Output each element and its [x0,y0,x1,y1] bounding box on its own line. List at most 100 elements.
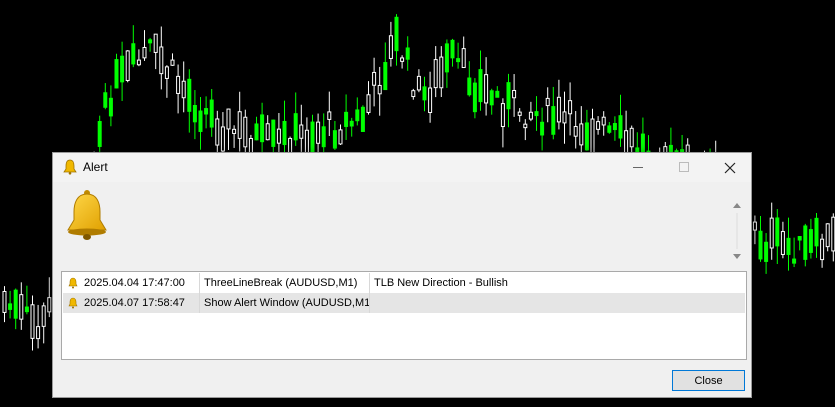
candle-body [159,46,164,75]
candle-body [19,294,24,320]
candle-body [433,59,438,89]
candle-body [108,97,113,117]
candle-body [814,217,819,247]
candle-body [237,111,242,139]
candle-body [500,103,505,128]
alert-list: 2025.04.04 17:47:00 ThreeLineBreak (AUDU… [61,271,747,360]
candle-body [618,115,623,139]
candle-body [30,304,35,339]
candle-body [484,74,489,104]
candle-body [332,130,337,149]
candle-body [103,92,108,108]
candle-body [260,114,265,143]
candle-body [467,77,472,96]
alert-time: 2025.04.04 17:47:00 [84,277,185,289]
alert-message [370,293,745,313]
message-scrollbar[interactable] [730,199,744,263]
candle-body [232,128,237,134]
candle-body [41,305,46,327]
close-window-button[interactable] [707,153,753,182]
candle-body [310,121,315,157]
candle-body [24,306,29,313]
candle-body [573,126,578,137]
alert-message: TLB New Direction - Bullish [374,277,508,289]
candle-body [489,90,494,106]
candle-body [534,111,539,117]
candle-body [276,128,281,144]
close-button[interactable]: Close [672,370,745,391]
candle-body [192,105,197,123]
list-item[interactable]: 2025.04.04 17:47:00 ThreeLineBreak (AUDU… [63,273,745,293]
scroll-up-icon[interactable] [733,203,741,208]
candle-body [456,58,461,63]
candle-body [780,231,785,255]
candle-body [170,59,175,66]
candle-body [97,121,102,147]
candle-body [540,121,545,136]
candle-body [562,111,567,124]
candle-body [831,216,835,252]
candle-body [428,87,433,114]
candle-body [601,116,606,126]
candle-body [607,125,612,133]
candle-body [338,129,343,145]
candle-body [36,326,41,340]
candle-body [293,113,298,141]
candle-body [136,59,141,66]
candle-body [528,111,533,120]
candle-body [125,50,130,81]
close-icon [724,162,736,173]
candle-body [517,111,522,116]
alert-time-cell: 2025.04.07 17:58:47 [63,293,200,313]
candle-body [131,43,136,65]
candle-body [506,82,511,110]
candle-body [344,111,349,127]
candle-body [792,258,797,264]
candle-body [394,16,399,52]
candle-body [8,303,13,310]
candle-body [411,90,416,98]
scroll-down-icon[interactable] [733,254,741,259]
candle-body [797,236,802,241]
candle-body [584,122,589,151]
candle-body [803,225,808,260]
candle-body [478,69,483,103]
candle-body [181,80,186,99]
candle-body [148,39,153,44]
candle-body [596,121,601,130]
candle-body [215,118,220,146]
candle-body [752,221,757,231]
candle-body [226,108,231,130]
candle-body [820,238,825,261]
candle-body [282,120,287,146]
candle-body [120,55,125,83]
title-bar[interactable]: Alert [53,153,751,182]
candle-body [220,126,225,152]
alert-time: 2025.04.07 17:58:47 [84,297,185,309]
alert-time-cell: 2025.04.04 17:47:00 [63,273,200,293]
candle-body [808,229,813,253]
candle-body [321,126,326,148]
candle-body [164,66,169,79]
candle-body [551,106,556,135]
candle-body [472,82,477,113]
candle-body [198,110,203,132]
candle-body [545,97,550,107]
maximize-icon [678,162,689,172]
candle-body [758,230,763,260]
candle-body [450,39,455,59]
list-item[interactable]: 2025.04.07 17:58:47 Show Alert Window (A… [63,293,745,313]
candle-body [355,109,360,122]
candle-body [495,90,500,98]
candle-body [13,289,18,319]
candle-body [383,62,388,91]
candle-body [271,119,276,147]
minimize-icon [632,167,643,168]
candle-body [624,130,629,155]
candle-body [825,223,830,248]
candle-body [422,86,427,101]
candle-body [2,290,7,313]
candle-body [775,217,780,247]
maximize-button[interactable] [661,153,707,182]
minimize-button[interactable] [615,153,661,182]
